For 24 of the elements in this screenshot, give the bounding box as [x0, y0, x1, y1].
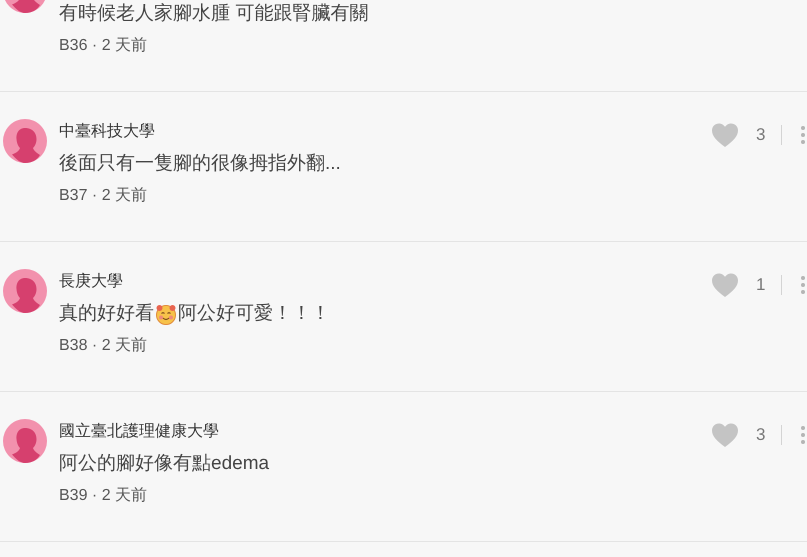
- avatar-icon: [3, 269, 47, 313]
- heart-icon[interactable]: [711, 422, 739, 448]
- more-icon[interactable]: [800, 275, 806, 295]
- avatar-icon: [3, 419, 47, 463]
- comment-meta: B36 · 2 天前: [59, 36, 148, 56]
- like-count: 3: [756, 125, 766, 145]
- like-count: 3: [756, 425, 766, 445]
- author-name: 中臺科技大學: [59, 122, 156, 142]
- smiling-face-icon: [155, 303, 177, 325]
- author-name: 國立臺北護理健康大學: [59, 422, 220, 442]
- more-icon[interactable]: [800, 425, 806, 445]
- comment-meta: B37 · 2 天前: [59, 186, 148, 206]
- more-icon[interactable]: [800, 125, 806, 145]
- comment-text: 後面只有一隻腳的很像拇指外翻...: [59, 152, 342, 176]
- heart-icon[interactable]: [711, 122, 739, 148]
- comment-meta: B38 · 2 天前: [59, 336, 148, 356]
- avatar-icon: [3, 119, 47, 163]
- heart-icon[interactable]: [711, 272, 739, 298]
- author-name: 長庚大學: [59, 272, 124, 292]
- comment-text: 有時候老人家腳水腫 可能跟腎臟有關: [59, 2, 370, 26]
- like-count: 1: [756, 275, 766, 295]
- comment-text: 真的好好看 阿公好可愛！！！: [59, 302, 331, 327]
- comment-text: 阿公的腳好像有點edema: [59, 452, 270, 476]
- comment-meta: B39 · 2 天前: [59, 486, 148, 506]
